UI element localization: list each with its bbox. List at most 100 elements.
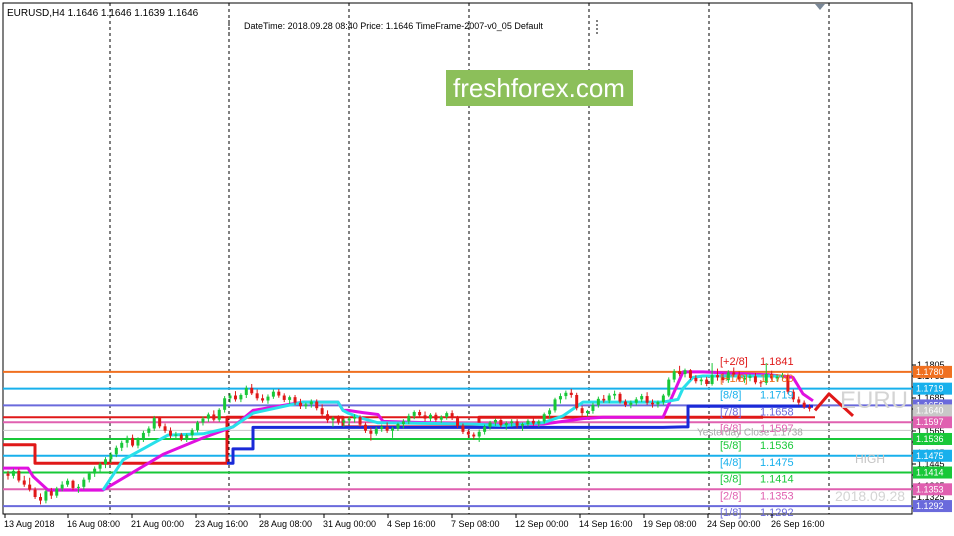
candle-body [537, 421, 541, 424]
candle-body [358, 416, 362, 425]
candle-body [407, 415, 411, 422]
candle-body [250, 387, 254, 394]
murrey-level-value: 1.1841 [760, 356, 794, 368]
candle-body [125, 437, 129, 443]
candle-body [201, 418, 205, 423]
candle-body [293, 397, 297, 403]
candle-body [542, 414, 546, 422]
candle-body [499, 420, 503, 426]
candle-body [309, 401, 313, 405]
yesterday-close-label: Yesterday Close 1.1738 [697, 427, 803, 438]
candle-body [391, 428, 395, 431]
candle-body [22, 480, 26, 485]
candle-body [716, 375, 720, 378]
candle-body [483, 426, 487, 432]
x-tick-label: 16 Aug 08:00 [67, 519, 120, 529]
murrey-level-value: 1.1658 [760, 406, 794, 418]
x-tick-label: 21 Aug 00:00 [131, 519, 184, 529]
candle-body [244, 387, 248, 395]
candle-body [439, 416, 443, 420]
murrey-level-label: [7/8] [720, 406, 741, 418]
candle-body [802, 402, 806, 408]
candle-body [797, 399, 801, 403]
x-tick-label: 13 Aug 2018 [4, 519, 55, 529]
x-tick-label: 31 Aug 00:00 [323, 519, 376, 529]
candle-body [596, 398, 600, 405]
candle-body [418, 412, 422, 416]
candle-body [261, 398, 265, 401]
candle-body [288, 397, 292, 400]
candle-body [564, 392, 568, 397]
x-tick-label: 24 Sep 00:00 [707, 519, 761, 529]
candle-body [141, 432, 145, 439]
x-tick-label: 12 Sep 00:00 [515, 519, 569, 529]
candle-body [315, 401, 319, 409]
candle-body [477, 431, 481, 437]
candle-body [114, 447, 118, 455]
price-tag-text: 1.1475 [916, 451, 944, 461]
candle-body [49, 491, 53, 496]
candle-body [434, 414, 438, 420]
symbol-label: EURUSD,H4 1.1646 1.1646 1.1639 1.1646 [7, 8, 199, 19]
x-tick-label: 14 Sep 16:00 [579, 519, 633, 529]
murrey-level-value: 1.1780 [760, 373, 794, 385]
candle-body [569, 392, 573, 395]
candle-body [239, 394, 243, 400]
candle-body [206, 414, 210, 419]
candle-body [694, 377, 698, 382]
price-tag-text: 1.1597 [916, 417, 944, 427]
candle-body [298, 402, 302, 407]
candle-body [667, 379, 671, 396]
candle-body [640, 396, 644, 400]
candle-body [342, 420, 346, 423]
candle-body [103, 459, 107, 464]
candle-body [66, 480, 70, 485]
candle-body [374, 429, 378, 434]
candle-body [98, 464, 102, 469]
candle-body [558, 396, 562, 400]
candle-body [705, 379, 709, 384]
candle-body [699, 379, 703, 382]
candle-body [423, 415, 427, 419]
murrey-level-value: 1.1719 [760, 390, 794, 402]
candle-body [179, 434, 183, 440]
candle-body [271, 391, 275, 397]
candle-body [120, 442, 124, 448]
candle-body [401, 421, 405, 425]
price-tag-text: 1.1780 [916, 367, 944, 377]
murrey-level-label: [8/8] [720, 390, 741, 402]
candle-body [277, 391, 281, 396]
candle-body [185, 435, 189, 440]
candle-body [282, 395, 286, 400]
price-tag-text: 1.1353 [916, 484, 944, 494]
candle-body [228, 395, 232, 399]
candle-body [651, 402, 655, 405]
candle-body [607, 395, 611, 401]
x-tick-label: 19 Sep 08:00 [643, 519, 697, 529]
x-tick-label: 7 Sep 08:00 [451, 519, 500, 529]
murrey-level-value: 1.1475 [760, 457, 794, 469]
price-tag-text: 1.1414 [916, 468, 944, 478]
candle-body [428, 414, 432, 419]
candle-body [678, 371, 682, 375]
candle-body [380, 426, 384, 430]
candle-body [331, 418, 335, 421]
candle-body [488, 422, 492, 427]
candle-body [629, 402, 633, 405]
candle-body [255, 393, 259, 399]
candle-body [363, 424, 367, 431]
murrey-level-value: 1.1292 [760, 507, 794, 519]
candle-body [591, 404, 595, 411]
murrey-level-label: [2/8] [720, 490, 741, 502]
side-date-label: 2018.09.28 [835, 488, 905, 504]
candle-body [217, 409, 221, 420]
candle-body [163, 426, 167, 431]
candle-body [445, 413, 449, 417]
candle-body [461, 425, 465, 432]
candle-body [385, 426, 389, 431]
candle-body [618, 393, 622, 402]
candle-body [336, 418, 340, 423]
candle-body [575, 394, 579, 409]
candle-body [656, 402, 660, 405]
candle-body [11, 470, 15, 476]
